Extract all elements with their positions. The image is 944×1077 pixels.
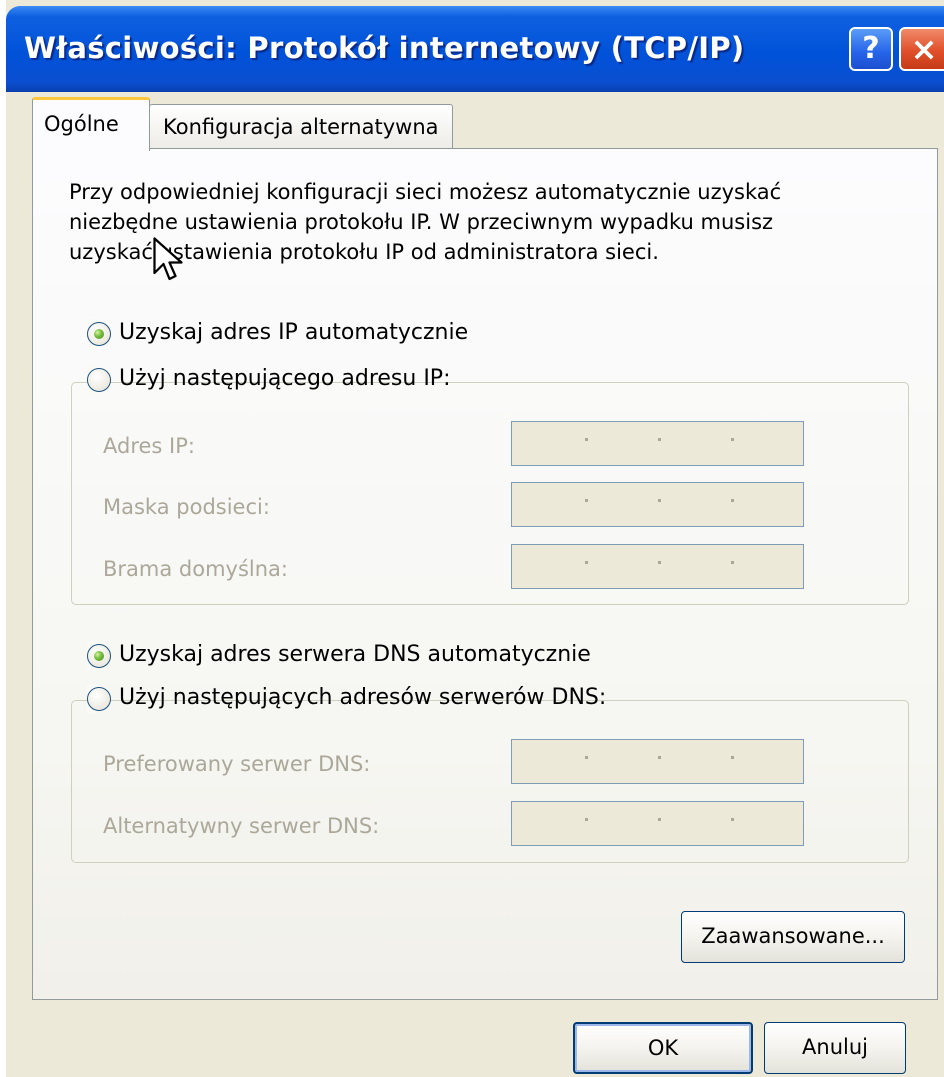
alternate-dns-label: Alternatywny serwer DNS: (103, 814, 380, 838)
default-gateway-label: Brama domyślna: (103, 557, 289, 581)
description-line: Przy odpowiedniej konfiguracji sieci moż… (69, 180, 782, 204)
ip-octet-separator (585, 756, 588, 759)
radio-ip-auto[interactable]: Uzyskaj adres IP automatycznie (87, 319, 468, 349)
ip-octet-separator (585, 818, 588, 821)
alternate-dns-input[interactable] (511, 801, 804, 846)
ip-octet-separator (658, 561, 661, 564)
properties-dialog: Właściwości: Protokół internetowy (TCP/I… (6, 0, 944, 1077)
ip-octet-separator (585, 438, 588, 441)
close-button[interactable]: × (899, 27, 944, 71)
ip-octet-separator (658, 438, 661, 441)
tab-general[interactable]: Ogólne (32, 97, 150, 151)
close-icon: × (910, 30, 938, 68)
radio-dns-auto-label: Uzyskaj adres serwera DNS automatycznie (119, 642, 591, 667)
ip-octet-separator (658, 818, 661, 821)
ip-octet-separator (731, 499, 734, 502)
advanced-button[interactable]: Zaawansowane... (681, 911, 905, 963)
radio-dns-manual[interactable]: Użyj następujących adresów serwerów DNS: (87, 684, 606, 714)
radio-dns-manual-indicator[interactable] (87, 687, 111, 711)
dialog-body: Ogólne Konfiguracja alternatywna Przy od… (6, 92, 944, 1077)
ip-octet-separator (658, 499, 661, 502)
ip-octet-separator (731, 818, 734, 821)
radio-ip-manual[interactable]: Użyj następującego adresu IP: (87, 365, 450, 395)
subnet-mask-input[interactable] (511, 482, 804, 527)
radio-dns-manual-label: Użyj następujących adresów serwerów DNS: (119, 685, 607, 710)
ip-address-input[interactable] (511, 421, 804, 466)
ip-octet-separator (585, 499, 588, 502)
title-bar[interactable]: Właściwości: Protokół internetowy (TCP/I… (6, 6, 944, 92)
help-icon: ? (862, 31, 880, 66)
ip-octet-separator (658, 756, 661, 759)
ip-octet-separator (731, 438, 734, 441)
subnet-mask-label: Maska podsieci: (103, 495, 270, 519)
cancel-button[interactable]: Anuluj (764, 1022, 906, 1074)
window-title: Właściwości: Protokół internetowy (TCP/I… (24, 31, 745, 65)
preferred-dns-input[interactable] (511, 739, 804, 784)
radio-dns-auto-indicator[interactable] (87, 644, 111, 668)
description-line: niezbędne ustawienia protokołu IP. W prz… (69, 210, 774, 234)
radio-ip-auto-label: Uzyskaj adres IP automatycznie (119, 320, 469, 345)
ip-address-label: Adres IP: (103, 434, 195, 458)
radio-ip-manual-indicator[interactable] (87, 368, 111, 392)
ip-octet-separator (585, 561, 588, 564)
default-gateway-input[interactable] (511, 544, 804, 589)
ip-octet-separator (731, 561, 734, 564)
ok-button[interactable]: OK (573, 1022, 753, 1074)
help-button[interactable]: ? (849, 27, 893, 71)
preferred-dns-label: Preferowany serwer DNS: (103, 752, 371, 776)
mouse-pointer-icon (153, 237, 183, 281)
tab-alternate-configuration[interactable]: Konfiguracja alternatywna (149, 104, 453, 149)
radio-ip-manual-label: Użyj następującego adresu IP: (119, 366, 451, 391)
ip-octet-separator (731, 756, 734, 759)
radio-ip-auto-indicator[interactable] (87, 322, 111, 346)
radio-dns-auto[interactable]: Uzyskaj adres serwera DNS automatycznie (87, 641, 591, 671)
